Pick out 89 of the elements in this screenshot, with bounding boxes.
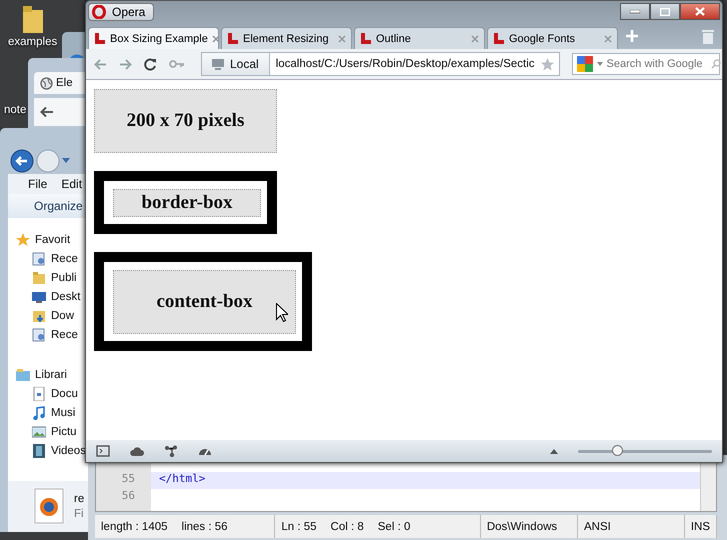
nav-group-label[interactable]: Librari (35, 368, 67, 381)
search-engine-icon[interactable] (576, 56, 593, 72)
demo-box: content-box (113, 270, 296, 334)
forward-arrow-icon[interactable] (119, 58, 132, 70)
status-text: Col : 8 (330, 520, 364, 532)
browser-tab[interactable]: Outline (354, 27, 485, 49)
opera-menu-button[interactable]: Opera (88, 3, 154, 21)
local-badge[interactable]: Local (202, 53, 270, 75)
recent-places-icon (32, 328, 46, 342)
page-icon (360, 32, 372, 45)
document-icon (32, 386, 46, 401)
folder-icon (32, 270, 46, 285)
page-icon (227, 32, 239, 45)
maximize-button[interactable] (650, 3, 680, 20)
nav-item[interactable]: Dow (51, 310, 74, 322)
film-icon (32, 444, 46, 458)
line-number: 55 (120, 472, 136, 487)
browser-tab[interactable]: Google Fonts (487, 27, 618, 49)
folder-icon (22, 4, 44, 34)
status-text: Dos\Windows (486, 520, 558, 532)
minimize-icon (630, 10, 640, 14)
tab-title[interactable]: Ele (56, 77, 73, 89)
plus-icon (626, 30, 638, 42)
close-icon[interactable] (604, 34, 612, 42)
page-icon (493, 32, 505, 45)
music-note-icon (32, 406, 46, 420)
status-text: length : 1405 (101, 520, 168, 532)
menu-item[interactable]: Edit (61, 176, 82, 191)
minimize-button[interactable] (620, 3, 650, 20)
zoom-slider[interactable] (578, 446, 712, 456)
cloud-icon[interactable] (130, 445, 144, 457)
url-text: localhost/C:/Users/Robin/Desktop/examples/Sectic (274, 58, 536, 70)
recent-places-icon (32, 252, 46, 266)
mouse-cursor-icon (276, 303, 288, 322)
nav-item[interactable]: Rece (51, 328, 78, 341)
nav-group-label[interactable]: Favorit (35, 234, 70, 246)
star-icon (16, 232, 30, 247)
status-text: lines : 56 (182, 520, 228, 532)
close-icon (695, 7, 705, 16)
back-button-icon[interactable] (10, 148, 34, 173)
demo-box: 200 x 70 pixels (94, 89, 277, 153)
nav-item[interactable]: Deskt (51, 290, 80, 303)
nav-item[interactable]: Rece (51, 252, 78, 265)
desktop-icon-label[interactable]: note (4, 104, 26, 116)
close-button[interactable] (680, 3, 720, 20)
key-icon[interactable] (169, 60, 185, 68)
file-type: Fi (74, 508, 84, 520)
reload-icon[interactable] (144, 58, 157, 70)
nodes-icon[interactable] (164, 445, 178, 457)
menu-item[interactable]: File (28, 176, 48, 191)
status-text: INS (690, 520, 710, 532)
address-bar[interactable]: Local localhost/C:/Users/Robin/Desktop/examples/Sectic (201, 52, 560, 76)
up-triangle-icon[interactable] (550, 448, 558, 454)
monitor-icon (212, 58, 224, 70)
page-icon (94, 32, 106, 45)
maximize-icon (660, 8, 670, 16)
downloads-folder-icon (32, 308, 46, 323)
scrollbar[interactable] (700, 463, 716, 511)
monitor-icon (32, 290, 46, 304)
browser-file-icon (34, 488, 64, 524)
status-text: Ln : 55 (281, 520, 317, 532)
close-icon[interactable] (471, 34, 479, 42)
status-text: Sel : 0 (378, 520, 410, 532)
nav-item[interactable]: Docu (51, 388, 78, 400)
caret-icon[interactable] (62, 158, 70, 164)
browser-tab[interactable]: Box Sizing Example (88, 27, 219, 49)
file-name: re (74, 492, 84, 505)
status-text: ANSI (584, 520, 611, 532)
search-field[interactable]: Search with Google (572, 53, 720, 75)
line-number: 56 (120, 489, 136, 504)
browser-tab[interactable]: Element Resizing (221, 27, 352, 49)
o-logo-icon (92, 5, 106, 19)
close-icon[interactable] (212, 34, 220, 42)
panel-icon[interactable] (96, 445, 110, 457)
globe-icon (40, 76, 53, 90)
nav-item[interactable]: Publi (51, 272, 77, 284)
close-icon[interactable] (338, 34, 346, 42)
star-icon[interactable] (540, 58, 554, 70)
desktop-icon-label[interactable]: examples (8, 36, 58, 48)
demo-box: border-box (113, 189, 261, 217)
search-icon[interactable] (710, 59, 721, 69)
trash-icon[interactable] (702, 30, 714, 44)
nav-item[interactable]: Musi (51, 406, 76, 419)
nav-item[interactable]: Videos (51, 444, 86, 457)
nav-item[interactable]: Pictu (51, 426, 77, 438)
libraries-icon (16, 368, 30, 382)
caret-icon[interactable] (596, 62, 603, 66)
slider-thumb[interactable] (612, 445, 623, 456)
picture-icon (32, 424, 46, 439)
